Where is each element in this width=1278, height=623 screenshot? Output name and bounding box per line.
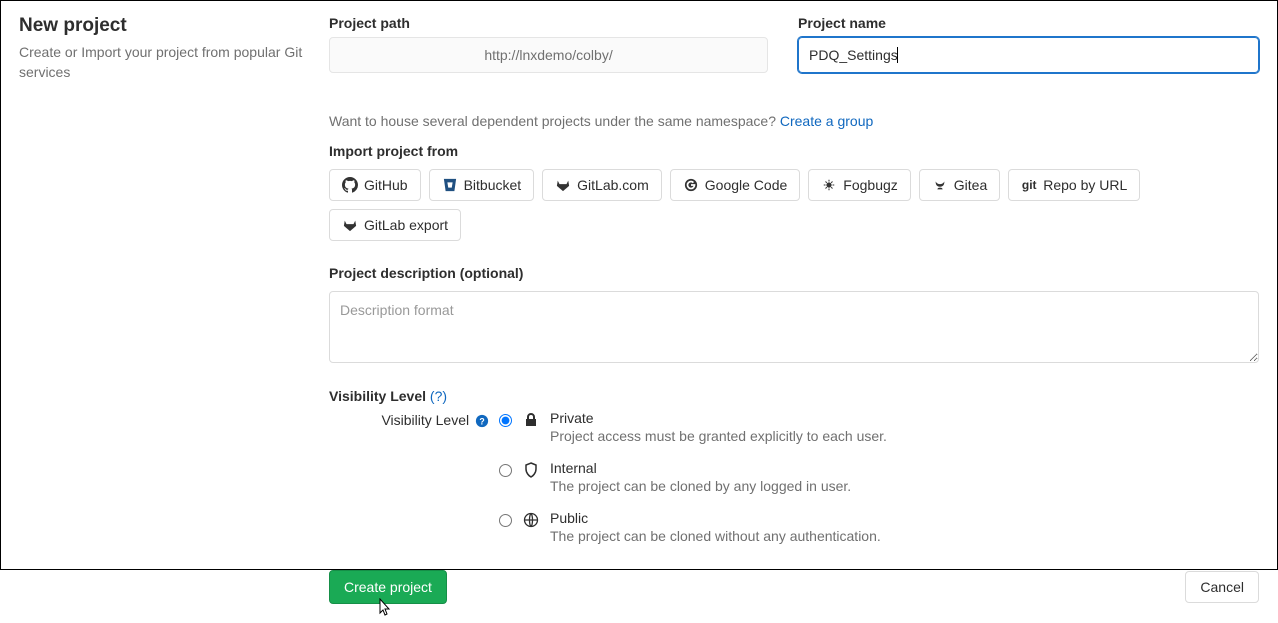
project-name-group: Project name PDQ_Settings — [798, 15, 1259, 73]
bitbucket-icon — [442, 177, 458, 193]
question-icon[interactable]: ? — [475, 414, 489, 428]
project-path-group: Project path http://lnxdemo/colby/ — [329, 15, 768, 73]
visibility-help-link[interactable]: (?) — [430, 388, 447, 404]
left-sidebar: New project Create or Import your projec… — [19, 15, 329, 555]
description-label: Project description (optional) — [329, 265, 1259, 281]
globe-icon — [522, 511, 540, 529]
lock-icon — [522, 411, 540, 429]
project-name-input[interactable]: PDQ_Settings — [798, 37, 1259, 73]
page-title: New project — [19, 15, 309, 37]
gitea-icon — [932, 177, 948, 193]
import-gitea-button[interactable]: Gitea — [919, 169, 1000, 201]
description-input[interactable] — [329, 291, 1259, 363]
import-github-button[interactable]: GitHub — [329, 169, 421, 201]
gitlab-export-icon — [342, 217, 358, 233]
form-area: Project path http://lnxdemo/colby/ Proje… — [329, 15, 1259, 555]
page-subtitle: Create or Import your project from popul… — [19, 43, 309, 82]
visibility-inner-label: Visibility Level ? — [329, 410, 499, 560]
project-path-box[interactable]: http://lnxdemo/colby/ — [329, 37, 768, 73]
visibility-public[interactable]: Public The project can be cloned without… — [499, 510, 1259, 544]
import-buttons: GitHub Bitbucket GitLab.com Google Code — [329, 169, 1259, 241]
import-bitbucket-button[interactable]: Bitbucket — [429, 169, 535, 201]
gitlab-icon — [555, 177, 571, 193]
visibility-private-radio[interactable] — [499, 414, 512, 427]
namespace-hint: Want to house several dependent projects… — [329, 113, 1259, 129]
import-gitlab-export-button[interactable]: GitLab export — [329, 209, 461, 241]
shield-icon — [522, 461, 540, 479]
new-project-page: New project Create or Import your projec… — [0, 0, 1278, 570]
project-path-value: http://lnxdemo/colby/ — [484, 47, 612, 63]
cancel-button[interactable]: Cancel — [1185, 571, 1259, 603]
project-name-label: Project name — [798, 15, 1259, 31]
create-group-link[interactable]: Create a group — [780, 113, 873, 129]
import-repo-url-button[interactable]: git Repo by URL — [1008, 169, 1140, 201]
import-googlecode-button[interactable]: Google Code — [670, 169, 801, 201]
svg-text:?: ? — [479, 417, 484, 427]
project-name-value: PDQ_Settings — [809, 47, 898, 63]
text-caret — [897, 47, 898, 63]
import-fogbugz-button[interactable]: Fogbugz — [808, 169, 910, 201]
visibility-options: Private Project access must be granted e… — [499, 410, 1259, 560]
visibility-internal-radio[interactable] — [499, 464, 512, 477]
visibility-internal[interactable]: Internal The project can be cloned by an… — [499, 460, 1259, 494]
import-label: Import project from — [329, 143, 1259, 159]
visibility-private[interactable]: Private Project access must be granted e… — [499, 410, 1259, 444]
git-icon: git — [1021, 177, 1037, 193]
import-gitlab-button[interactable]: GitLab.com — [542, 169, 662, 201]
project-path-label: Project path — [329, 15, 768, 31]
visibility-public-radio[interactable] — [499, 514, 512, 527]
visibility-section-label: Visibility Level (?) — [329, 388, 1259, 404]
fogbugz-icon — [821, 177, 837, 193]
create-project-button[interactable]: Create project — [329, 570, 447, 604]
google-icon — [683, 177, 699, 193]
github-icon — [342, 177, 358, 193]
